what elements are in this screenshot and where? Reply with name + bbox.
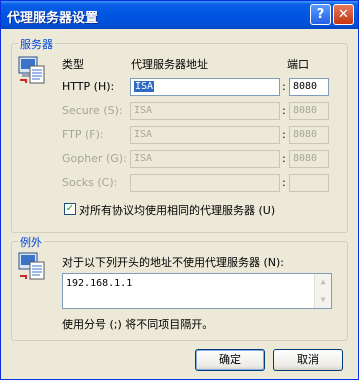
http-port-input[interactable]: 8080 (289, 78, 329, 96)
secure-colon: : (282, 104, 286, 117)
help-button[interactable]: ? (310, 4, 331, 25)
exceptions-description: 对于以下列开头的地址不使用代理服务器 (N): (62, 256, 285, 269)
gopher-address-input[interactable]: ISA (130, 150, 280, 168)
exceptions-scrollbar[interactable]: ▲ ▼ (314, 274, 331, 308)
socks-colon: : (282, 176, 286, 189)
title-bar[interactable]: 代理服务器设置 ? ✕ (1, 1, 358, 29)
http-address-value: ISA (134, 81, 155, 92)
exceptions-group-title: 例外 (18, 234, 44, 250)
column-header-address: 代理服务器地址 (131, 58, 208, 71)
gopher-port-input[interactable]: 8080 (289, 150, 329, 168)
scroll-down-icon[interactable]: ▼ (316, 293, 330, 307)
ftp-label: FTP (F): (62, 128, 104, 141)
column-header-type: 类型 (62, 58, 84, 71)
cancel-button[interactable]: 取消 (273, 349, 343, 371)
same-proxy-checkbox[interactable]: ✓ (64, 203, 76, 215)
proxy-settings-dialog: 代理服务器设置 ? ✕ 服务器 类型 代理服务器地址 端口 HTTP (H): … (0, 0, 359, 380)
socks-label: Socks (C): (62, 176, 118, 189)
exceptions-group: 例外 对于以下列开头的地址不使用代理服务器 (N): 192.168.1.1 ▲… (11, 234, 348, 341)
socks-address-input[interactable] (130, 174, 280, 192)
column-header-port: 端口 (287, 58, 309, 71)
ftp-colon: : (282, 128, 286, 141)
exceptions-textarea[interactable]: 192.168.1.1 ▲ ▼ (62, 273, 332, 309)
network-computer-icon (18, 56, 46, 86)
http-label: HTTP (H): (62, 80, 115, 93)
ftp-address-input[interactable]: ISA (130, 126, 280, 144)
servers-group-title: 服务器 (18, 36, 55, 52)
exceptions-hint: 使用分号 (;) 将不同项目隔开。 (62, 318, 214, 331)
ftp-port-input[interactable]: 8080 (289, 126, 329, 144)
scroll-up-icon[interactable]: ▲ (316, 275, 330, 289)
secure-label: Secure (S): (62, 104, 123, 117)
http-colon: : (282, 80, 286, 93)
gopher-colon: : (282, 152, 286, 165)
window-title: 代理服务器设置 (7, 11, 99, 26)
gopher-label: Gopher (G): (62, 152, 127, 165)
close-button[interactable]: ✕ (333, 4, 354, 25)
ok-button[interactable]: 确定 (195, 349, 265, 371)
servers-group: 服务器 类型 代理服务器地址 端口 HTTP (H): ISA : 8080 S… (11, 36, 348, 233)
socks-port-input[interactable] (289, 174, 329, 192)
http-address-input[interactable]: ISA (130, 78, 280, 96)
same-proxy-label[interactable]: 对所有协议均使用相同的代理服务器 (U) (79, 202, 275, 218)
document-list-icon (18, 252, 46, 282)
secure-port-input[interactable]: 8080 (289, 102, 329, 120)
secure-address-input[interactable]: ISA (130, 102, 280, 120)
exceptions-value: 192.168.1.1 (66, 278, 133, 289)
